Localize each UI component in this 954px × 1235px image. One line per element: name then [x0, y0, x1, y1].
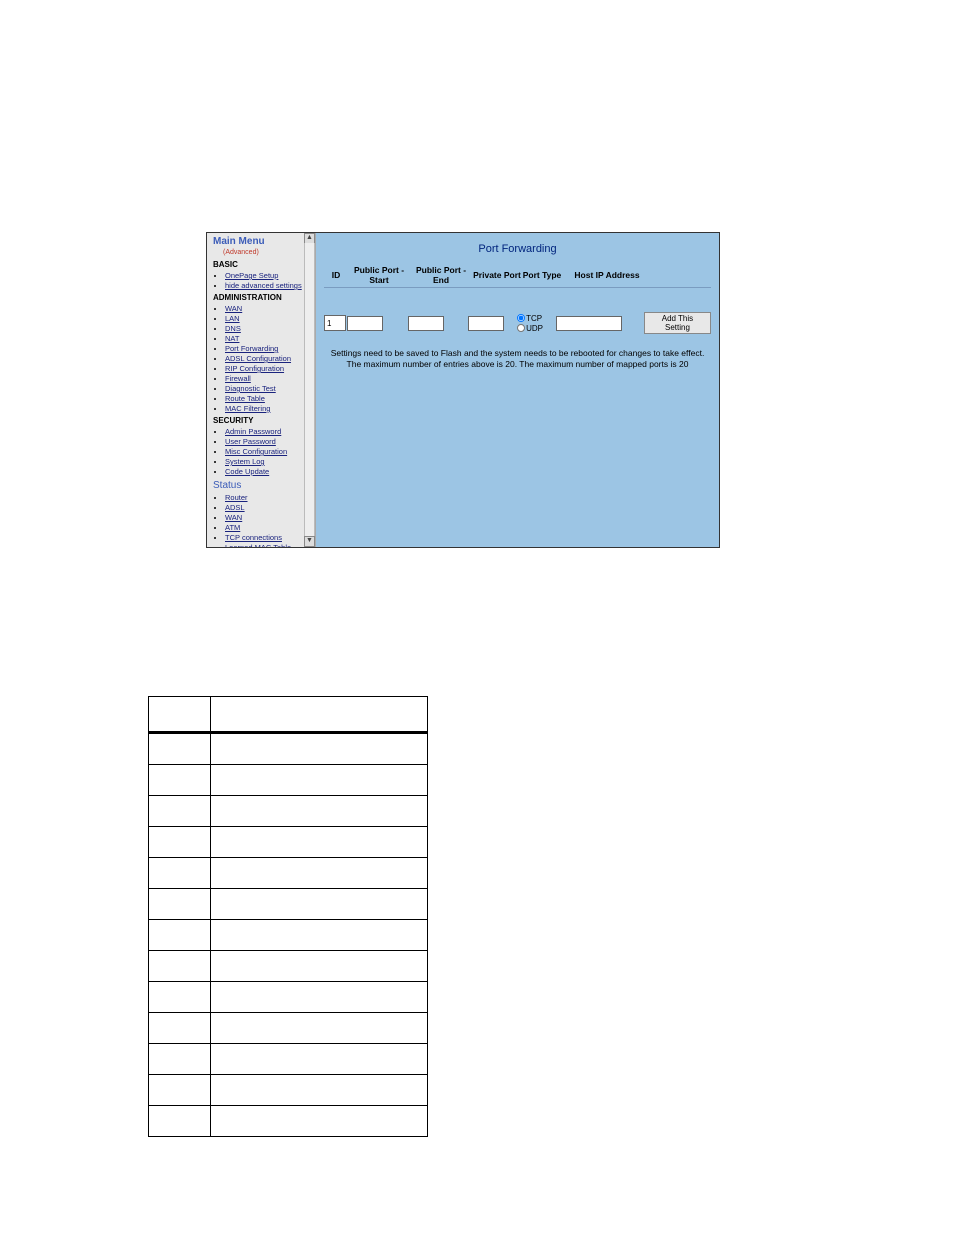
section-security: SECURITY — [213, 416, 311, 426]
header-private-port: Private Port — [472, 270, 522, 280]
udp-radio-label[interactable]: UDP — [517, 324, 556, 333]
sidebar-item-mac-filtering[interactable]: MAC Filtering — [225, 404, 270, 413]
router-ui-screenshot: ▲ ▼ Main Menu (Advanced) BASIC OnePage S… — [206, 232, 720, 548]
page-title: Port Forwarding — [324, 243, 711, 255]
sidebar-item-admin-password[interactable]: Admin Password — [225, 427, 281, 436]
host-ip-input[interactable] — [556, 316, 622, 331]
sidebar-item-port-forwarding[interactable]: Port Forwarding — [225, 344, 278, 353]
column-headers: ID Public Port - Start Public Port - End… — [324, 265, 711, 285]
sidebar-item-dns[interactable]: DNS — [225, 324, 241, 333]
scroll-down-icon[interactable]: ▼ — [304, 536, 315, 547]
status-heading: Status — [213, 481, 311, 491]
sidebar-item-lan[interactable]: LAN — [225, 314, 240, 323]
sidebar-item-learned-mac[interactable]: Learned MAC Table — [225, 543, 291, 547]
sidebar-item-diagnostic-test[interactable]: Diagnostic Test — [225, 384, 276, 393]
tcp-radio-label[interactable]: TCP — [517, 314, 556, 323]
sidebar-item-onepage-setup[interactable]: OnePage Setup — [225, 271, 278, 280]
sidebar-item-atm[interactable]: ATM — [225, 523, 240, 532]
sidebar-item-system-log[interactable]: System Log — [225, 457, 265, 466]
add-setting-button[interactable]: Add This Setting — [644, 312, 711, 334]
sidebar-item-misc-config[interactable]: Misc Configuration — [225, 447, 287, 456]
sidebar-item-wan[interactable]: WAN — [225, 304, 242, 313]
sidebar-item-rip-config[interactable]: RIP Configuration — [225, 364, 284, 373]
advanced-mode-label: (Advanced) — [223, 249, 259, 256]
sidebar-item-hide-advanced[interactable]: hide advanced settings — [225, 281, 302, 290]
main-menu-title: Main Menu (Advanced) — [213, 237, 311, 258]
sidebar-item-user-password[interactable]: User Password — [225, 437, 276, 446]
scrollbar-track[interactable] — [304, 243, 315, 537]
header-divider — [324, 287, 711, 288]
entry-row: TCP UDP Add This Setting — [324, 312, 711, 334]
private-port-input[interactable] — [468, 316, 504, 331]
note-text: Settings need to be saved to Flash and t… — [324, 348, 711, 370]
header-host-ip: Host IP Address — [562, 270, 652, 280]
sidebar-item-tcp-connections[interactable]: TCP connections — [225, 533, 282, 542]
content-panel: Port Forwarding ID Public Port - Start P… — [316, 233, 719, 547]
public-start-input[interactable] — [347, 316, 383, 331]
sidebar-item-adsl-config[interactable]: ADSL Configuration — [225, 354, 291, 363]
sidebar-panel: ▲ ▼ Main Menu (Advanced) BASIC OnePage S… — [207, 233, 316, 547]
header-public-start: Public Port - Start — [348, 265, 410, 285]
sidebar-item-router[interactable]: Router — [225, 493, 248, 502]
sidebar-item-nat[interactable]: NAT — [225, 334, 239, 343]
header-id: ID — [324, 270, 348, 280]
header-public-end: Public Port - End — [410, 265, 472, 285]
section-basic: BASIC — [213, 260, 311, 270]
sidebar-item-adsl[interactable]: ADSL — [225, 503, 245, 512]
sidebar-item-status-wan[interactable]: WAN — [225, 513, 242, 522]
tcp-radio[interactable] — [517, 314, 525, 322]
document-empty-table — [148, 696, 428, 1137]
sidebar-item-code-update[interactable]: Code Update — [225, 467, 269, 476]
sidebar-item-firewall[interactable]: Firewall — [225, 374, 251, 383]
id-input[interactable] — [324, 315, 346, 331]
section-administration: ADMINISTRATION — [213, 293, 311, 303]
public-end-input[interactable] — [408, 316, 444, 331]
udp-radio[interactable] — [517, 324, 525, 332]
header-port-type: Port Type — [522, 270, 562, 280]
sidebar-item-route-table[interactable]: Route Table — [225, 394, 265, 403]
